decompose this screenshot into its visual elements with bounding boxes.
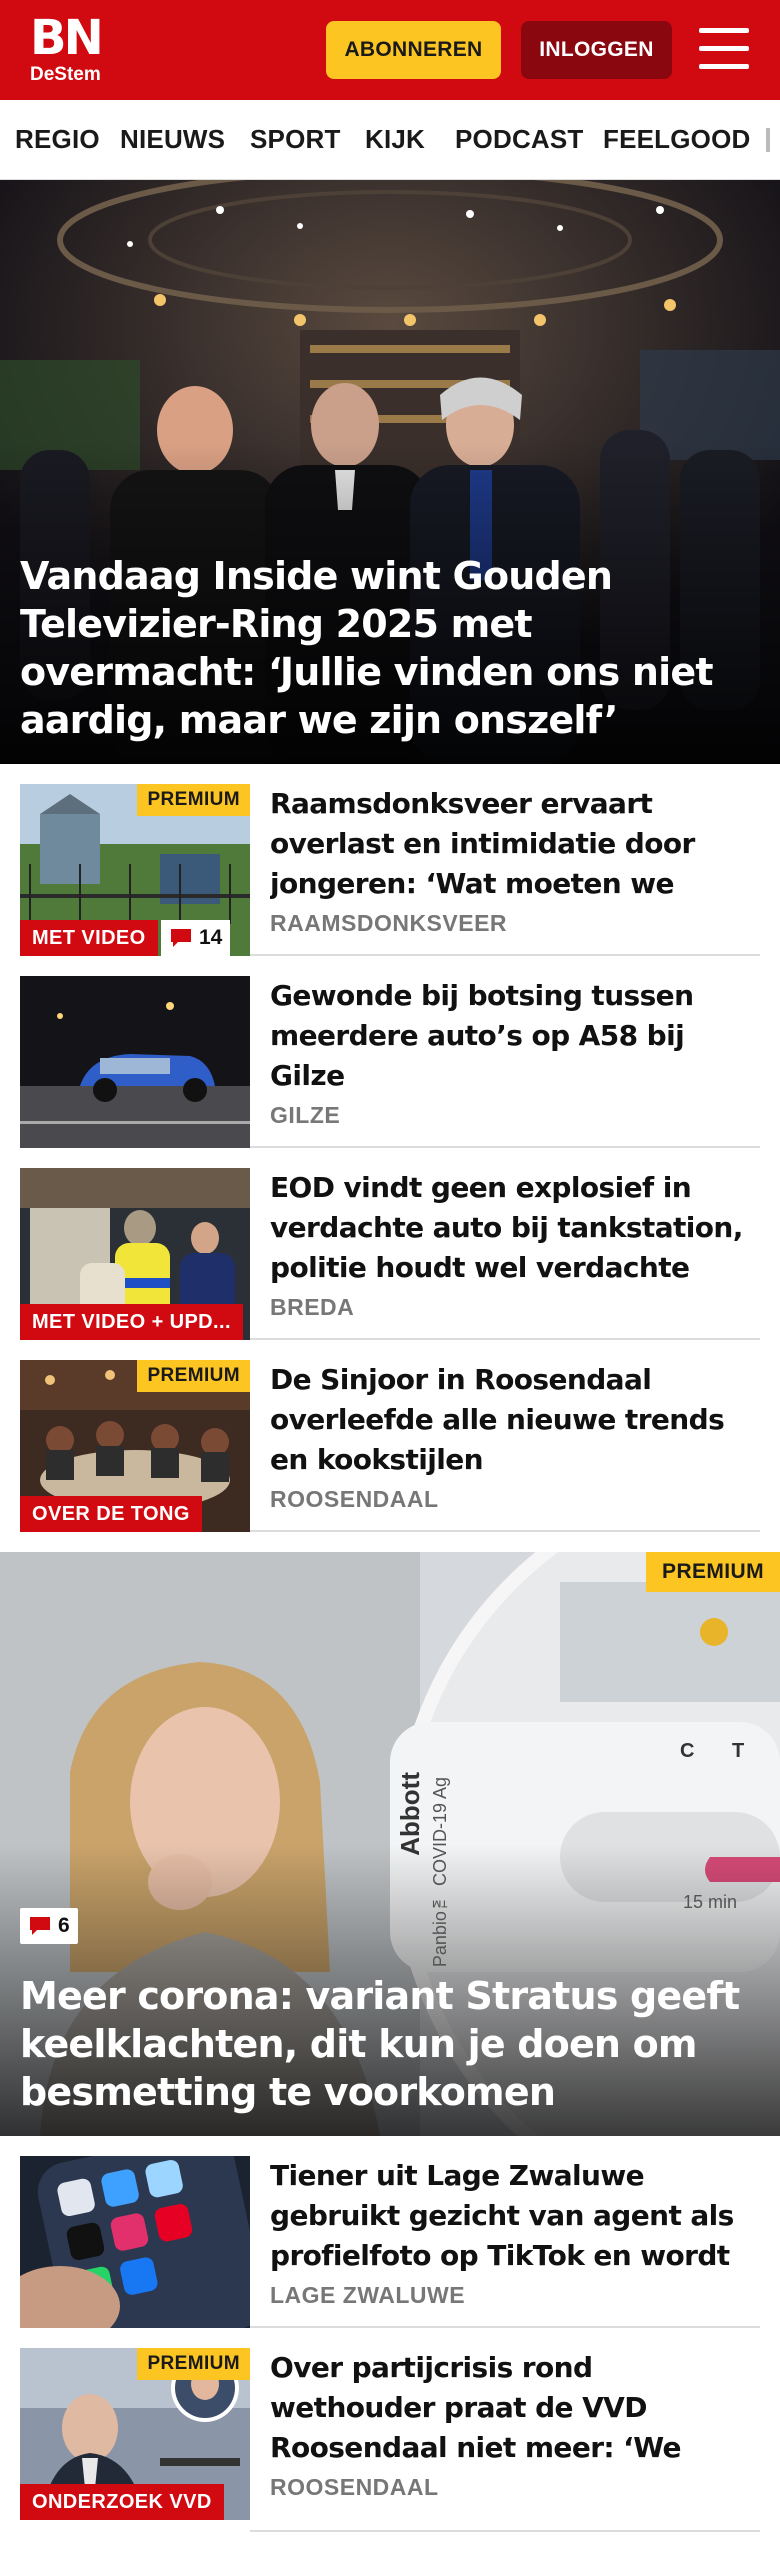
nav-overflow-hint [766, 128, 770, 152]
test-time-text: 15 min [683, 1892, 738, 1912]
nav-item-nieuws[interactable]: NIEUWS [120, 100, 225, 179]
comment-count[interactable]: 14 [161, 920, 231, 956]
nav-item-feelgood[interactable]: FEELGOOD [603, 100, 751, 179]
logo-mark: BN [30, 10, 104, 66]
test-name-text: Panbio™ COVID-19 Ag [430, 1777, 450, 1968]
article-title[interactable]: Over partijcrisis rond wethouder praat d… [270, 2348, 760, 2468]
article-location: LAGE ZWALUWE [270, 2282, 466, 2308]
premium-badge: PREMIUM [137, 1360, 250, 1392]
article-thumbnail[interactable]: MET VIDEO + UPD... [20, 1168, 250, 1340]
premium-badge: PREMIUM [646, 1552, 780, 1592]
article-item[interactable]: MET VIDEO + UPD... EOD vindt geen explos… [0, 1148, 780, 1340]
nav-item-kijk[interactable]: KIJK [365, 100, 425, 179]
premium-badge: PREMIUM [137, 2348, 250, 2380]
premium-badge: PREMIUM [137, 784, 250, 816]
site-logo[interactable]: BN DeStem [30, 14, 130, 86]
row-divider [250, 2530, 760, 2532]
article-title[interactable]: EOD vindt geen explosief in verdachte au… [270, 1168, 760, 1288]
comment-icon [171, 929, 191, 947]
test-brand-text: Abbott [395, 1772, 425, 1856]
video-update-badge: MET VIDEO + UPD... [20, 1304, 243, 1340]
article-title[interactable]: Raamsdonksveer ervaart overlast en intim… [270, 784, 760, 904]
test-label [234, 1762, 404, 1832]
subscribe-button[interactable]: ABONNEREN [326, 21, 501, 79]
category-badge: OVER DE TONG [20, 1496, 202, 1532]
article-thumbnail[interactable] [20, 2156, 250, 2328]
test-mark-t: T [732, 1740, 745, 1762]
feature-article[interactable]: Abbott Panbio™ COVID-19 Ag C T 15 min PR… [0, 1552, 780, 2136]
phone-apps-photo [20, 2156, 250, 2328]
comment-count-value: 6 [58, 1914, 70, 1937]
article-title[interactable]: De Sinjoor in Roosendaal overleefde alle… [270, 1360, 760, 1480]
article-item[interactable]: PREMIUM ONDERZOEK VVD Over partijcrisis … [0, 2328, 780, 2532]
top-bar: BN DeStem ABONNEREN INLOGGEN [0, 0, 780, 100]
article-location: GILZE [270, 1102, 341, 1128]
article-title[interactable]: Tiener uit Lage Zwaluwe gebruikt gezicht… [270, 2156, 760, 2276]
article-location: BREDA [270, 1294, 355, 1320]
article-item[interactable]: PREMIUM MET VIDEO 14 Raamsdonksveer erva… [0, 764, 780, 956]
category-badge: ONDERZOEK VVD [20, 2484, 224, 2520]
article-location: ROOSENDAAL [270, 1486, 439, 1512]
nav-item-regio[interactable]: REGIO [15, 100, 100, 179]
comment-count-value: 14 [199, 926, 223, 949]
test-mark-c: C [680, 1740, 695, 1762]
hero-title[interactable]: Vandaag Inside wint Gouden Televizier-Ri… [20, 552, 760, 744]
article-thumbnail[interactable]: PREMIUM MET VIDEO 14 [20, 784, 250, 956]
article-thumbnail[interactable]: PREMIUM ONDERZOEK VVD [20, 2348, 250, 2520]
menu-icon[interactable] [699, 28, 749, 70]
article-location: RAAMSDONKSVEER [270, 910, 508, 936]
article-item[interactable]: Tiener uit Lage Zwaluwe gebruikt gezicht… [0, 2136, 780, 2328]
nav-item-sport[interactable]: SPORT [250, 100, 341, 179]
nav-item-podcast[interactable]: PODCAST [455, 100, 584, 179]
article-item[interactable]: Gewonde bij botsing tussen meerdere auto… [0, 956, 780, 1148]
article-thumbnail[interactable]: PREMIUM OVER DE TONG [20, 1360, 250, 1532]
login-button[interactable]: INLOGGEN [521, 21, 672, 79]
row-divider [250, 1530, 760, 1532]
logo-subtitle: DeStem [30, 64, 101, 85]
video-badge: MET VIDEO [20, 920, 158, 956]
comment-count[interactable]: 6 [20, 1908, 78, 1944]
article-thumbnail[interactable] [20, 976, 250, 1148]
hero-article[interactable]: Vandaag Inside wint Gouden Televizier-Ri… [0, 180, 780, 764]
article-location: ROOSENDAAL [270, 2474, 439, 2500]
comment-icon [30, 1917, 50, 1935]
feature-title[interactable]: Meer corona: variant Stratus geeft keelk… [20, 1972, 760, 2116]
article-item[interactable]: PREMIUM OVER DE TONG De Sinjoor in Roose… [0, 1340, 780, 1532]
article-title[interactable]: Gewonde bij botsing tussen meerdere auto… [270, 976, 760, 1096]
section-nav: REGIO NIEUWS SPORT KIJK PODCAST FEELGOOD [0, 100, 780, 180]
crash-photo [20, 976, 250, 1148]
